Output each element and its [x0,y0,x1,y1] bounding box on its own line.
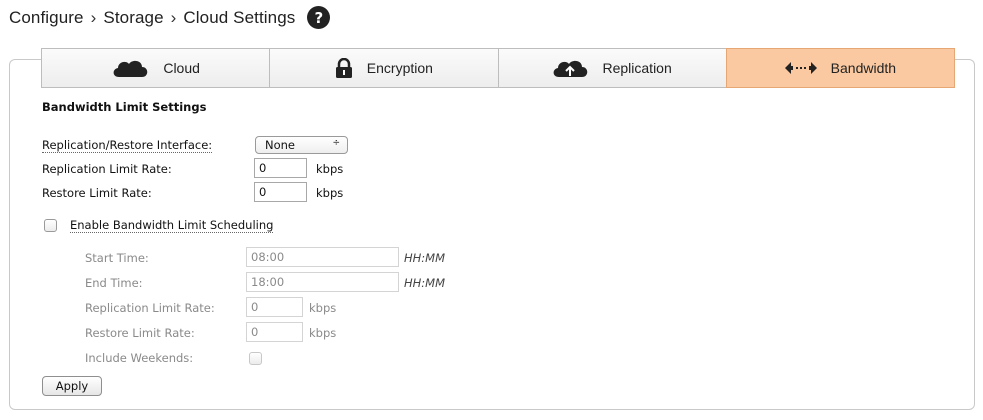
enable-scheduling-label[interactable]: Enable Bandwidth Limit Scheduling [70,218,274,233]
breadcrumb-cloud-settings: Cloud Settings [183,7,296,27]
schedule-restore-rate-label: Restore Limit Rate: [85,326,195,340]
replication-rate-input[interactable]: 0 [254,158,307,178]
replication-rate-unit: kbps [316,162,344,176]
interface-label-text: Replication/Restore Interface: [42,138,213,153]
tab-cloud-label: Cloud [163,60,200,76]
include-weekends-checkbox[interactable] [249,352,262,365]
schedule-replication-rate-input[interactable]: 0 [246,297,303,317]
interface-select[interactable]: None ÷ [255,136,348,154]
section-title: Bandwidth Limit Settings [42,100,207,114]
bidirectional-arrow-icon [784,61,817,75]
start-time-format: HH:MM [404,251,446,265]
replication-rate-label: Replication Limit Rate: [42,162,172,176]
tab-cloud[interactable]: Cloud [41,48,270,88]
breadcrumb: Configure › Storage › Cloud Settings ? [9,6,331,29]
schedule-restore-rate-unit: kbps [309,326,337,340]
schedule-restore-rate-input[interactable]: 0 [246,322,303,342]
breadcrumb-separator: › [170,7,177,27]
start-time-input[interactable]: 08:00 [246,247,399,267]
breadcrumb-configure[interactable]: Configure [9,8,84,28]
apply-button[interactable]: Apply [42,376,102,396]
cloud-icon [111,58,149,78]
breadcrumb-storage[interactable]: Storage [103,8,163,28]
tab-encryption-label: Encryption [366,60,433,76]
restore-rate-label: Restore Limit Rate: [42,186,152,200]
end-time-input[interactable]: 18:00 [246,272,399,292]
lock-icon [335,58,353,78]
help-icon[interactable]: ? [307,6,331,29]
interface-label: Replication/Restore Interface: [42,138,213,153]
interface-select-value: None [265,138,296,152]
include-weekends-label: Include Weekends: [85,351,194,365]
restore-rate-input[interactable]: 0 [254,182,307,202]
enable-scheduling-label-text: Enable Bandwidth Limit Scheduling [70,218,274,233]
tab-bandwidth-label: Bandwidth [830,60,897,76]
tab-replication-label: Replication [602,60,672,76]
restore-rate-unit: kbps [316,186,344,200]
enable-scheduling-checkbox[interactable] [44,219,57,232]
breadcrumb-separator: › [90,7,97,27]
select-arrows-icon: ÷ [332,138,340,148]
end-time-format: HH:MM [404,276,446,290]
schedule-replication-rate-unit: kbps [309,301,337,315]
tab-bar: Cloud Encryption Replication Bandwidth [41,48,955,88]
cloud-upload-icon [552,58,588,78]
tab-bandwidth[interactable]: Bandwidth [725,48,955,88]
schedule-replication-rate-label: Replication Limit Rate: [85,301,215,315]
start-time-label: Start Time: [85,251,149,265]
tab-encryption[interactable]: Encryption [269,48,498,88]
tab-replication[interactable]: Replication [497,48,726,88]
end-time-label: End Time: [85,276,143,290]
